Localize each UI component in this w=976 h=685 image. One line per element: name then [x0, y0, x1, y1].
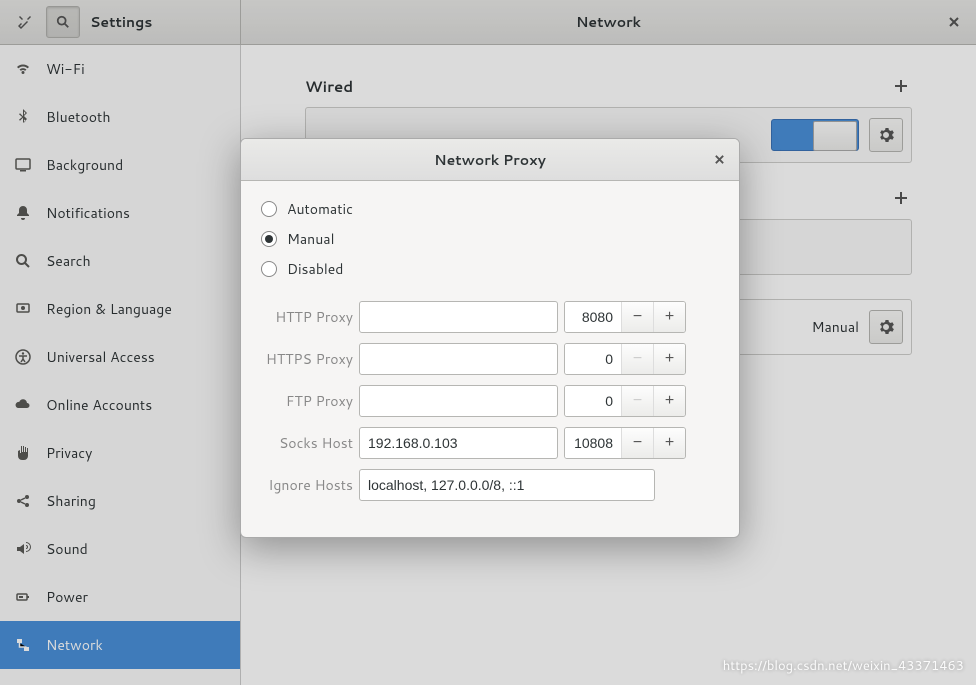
http-proxy-label: HTTP Proxy [261, 307, 353, 327]
ftp-port-increment[interactable]: + [653, 386, 685, 416]
ftp-proxy-row: FTP Proxy − + [261, 385, 719, 417]
socks-host-label: Socks Host [261, 433, 353, 453]
ftp-proxy-port-input[interactable] [565, 386, 621, 416]
https-port-decrement: − [621, 344, 653, 374]
radio-icon [261, 201, 277, 217]
http-port-increment[interactable]: + [653, 302, 685, 332]
http-proxy-host-input[interactable] [359, 301, 558, 333]
socks-port-increment[interactable]: + [653, 428, 685, 458]
http-proxy-port-stepper: − + [564, 301, 686, 333]
https-proxy-row: HTTPS Proxy − + [261, 343, 719, 375]
ftp-proxy-port-stepper: − + [564, 385, 686, 417]
https-port-increment[interactable]: + [653, 344, 685, 374]
ftp-proxy-host-input[interactable] [359, 385, 558, 417]
ftp-port-decrement: − [621, 386, 653, 416]
ignore-hosts-label: Ignore Hosts [261, 475, 353, 495]
ignore-hosts-row: Ignore Hosts [261, 469, 719, 501]
ignore-hosts-input[interactable] [359, 469, 655, 501]
dialog-close-button[interactable] [709, 150, 729, 170]
http-proxy-port-input[interactable] [565, 302, 621, 332]
http-port-decrement[interactable]: − [621, 302, 653, 332]
dialog-title-bar: Network Proxy [241, 139, 739, 181]
network-proxy-dialog: Network Proxy Automatic Manual Disabled … [240, 138, 740, 538]
proxy-mode-automatic[interactable]: Automatic [261, 199, 719, 219]
ftp-proxy-label: FTP Proxy [261, 391, 353, 411]
watermark: https://blog.csdn.net/weixin_43371463 [723, 657, 964, 675]
socks-host-row: Socks Host − + [261, 427, 719, 459]
socks-host-input[interactable] [359, 427, 558, 459]
http-proxy-row: HTTP Proxy − + [261, 301, 719, 333]
https-proxy-port-stepper: − + [564, 343, 686, 375]
proxy-mode-manual[interactable]: Manual [261, 229, 719, 249]
proxy-mode-disabled[interactable]: Disabled [261, 259, 719, 279]
radio-label: Disabled [287, 259, 343, 279]
https-proxy-label: HTTPS Proxy [261, 349, 353, 369]
https-proxy-host-input[interactable] [359, 343, 558, 375]
https-proxy-port-input[interactable] [565, 344, 621, 374]
socks-port-stepper: − + [564, 427, 686, 459]
socks-port-input[interactable] [565, 428, 621, 458]
radio-label: Automatic [287, 199, 353, 219]
radio-icon [261, 261, 277, 277]
radio-label: Manual [287, 229, 334, 249]
dialog-title: Network Proxy [434, 150, 546, 170]
radio-icon [261, 231, 277, 247]
socks-port-decrement[interactable]: − [621, 428, 653, 458]
